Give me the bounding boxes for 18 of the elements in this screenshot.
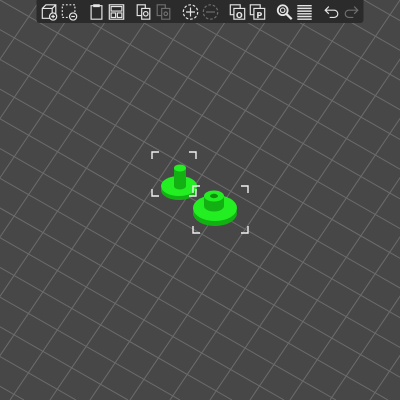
peg-model[interactable]: [161, 164, 197, 200]
layers-icon: [295, 2, 313, 20]
selection-corners-drawing: [151, 151, 197, 197]
arrange-button[interactable]: [106, 1, 126, 22]
search-icon: [275, 2, 293, 20]
add-instance-button[interactable]: [180, 1, 200, 22]
add-object-button[interactable]: [40, 1, 58, 22]
cube-plus-icon: [40, 2, 58, 20]
circle-minus-icon: [201, 2, 219, 20]
grid-layout-icon: [107, 2, 125, 20]
delete-button[interactable]: [60, 1, 78, 22]
copy-icon: [134, 2, 152, 20]
circle-plus-icon: [181, 2, 199, 20]
peg-model[interactable]: [193, 190, 237, 226]
dashed-square-minus-icon: [60, 2, 78, 20]
selection-corners-drawing: [192, 185, 249, 234]
copy-button[interactable]: [134, 1, 152, 22]
paste-icon: [154, 2, 172, 20]
